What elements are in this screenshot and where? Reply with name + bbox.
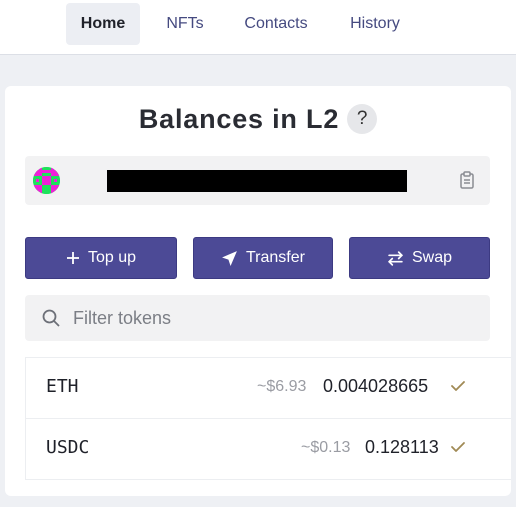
check-icon xyxy=(450,439,466,455)
top-navigation: Home NFTs Contacts History xyxy=(0,0,516,55)
token-symbol: USDC xyxy=(46,437,90,458)
plus-icon xyxy=(66,251,80,265)
token-usd-value: ~$6.93 xyxy=(257,378,307,395)
transfer-button[interactable]: Transfer xyxy=(193,237,333,279)
token-amount: 0.004028665 xyxy=(323,376,429,396)
top-up-button[interactable]: Top up xyxy=(25,237,177,279)
swap-arrows-icon xyxy=(387,250,404,267)
tab-history[interactable]: History xyxy=(338,3,412,45)
token-usd-value: ~$0.13 xyxy=(301,439,351,456)
swap-button[interactable]: Swap xyxy=(349,237,490,279)
tab-home[interactable]: Home xyxy=(66,3,140,45)
search-icon xyxy=(41,308,61,328)
page-title: Balances in L2 xyxy=(138,103,340,134)
tab-contacts[interactable]: Contacts xyxy=(232,3,320,45)
token-list: ETH ~$6.93 0.004028665 USDC ~$0.13 0.128… xyxy=(25,357,511,496)
paper-plane-icon xyxy=(221,250,238,267)
account-address-box xyxy=(25,156,490,205)
token-row[interactable]: USDC ~$0.13 0.128113 xyxy=(25,419,511,480)
token-symbol: ETH xyxy=(46,376,79,397)
balances-header: Balances in L2 ? xyxy=(5,98,511,140)
token-filter xyxy=(25,295,490,341)
swap-label: Swap xyxy=(411,249,453,266)
tab-nfts[interactable]: NFTs xyxy=(156,3,214,45)
balances-card: Balances in L2 ? Top up Transfer Swap Fi… xyxy=(5,86,511,496)
account-address xyxy=(107,170,407,192)
check-icon xyxy=(450,378,466,394)
top-up-label: Top up xyxy=(87,249,137,266)
transfer-label: Transfer xyxy=(246,249,305,266)
clipboard-icon[interactable] xyxy=(457,170,477,190)
identicon-avatar xyxy=(33,167,60,194)
token-row[interactable]: ETH ~$6.93 0.004028665 xyxy=(25,358,511,419)
filter-tokens-input[interactable] xyxy=(73,307,473,329)
help-button[interactable]: ? xyxy=(347,104,378,134)
token-amount: 0.128113 xyxy=(365,437,439,457)
